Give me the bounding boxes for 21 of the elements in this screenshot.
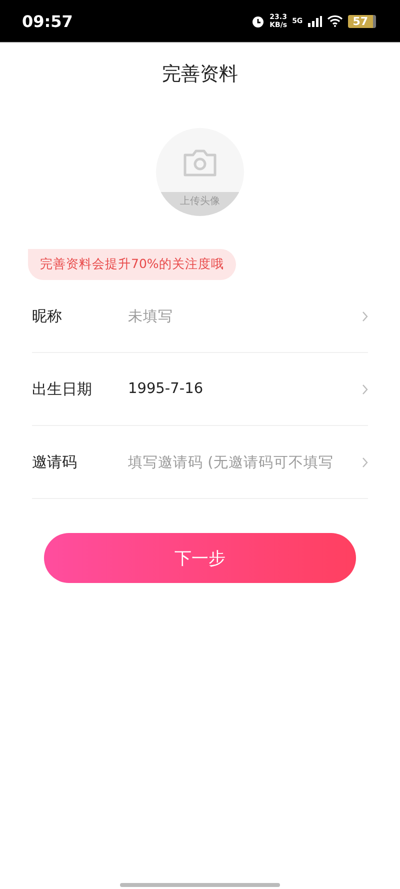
status-time: 09:57 — [22, 12, 73, 30]
chevron-right-icon — [362, 384, 368, 394]
alarm-icon — [250, 14, 265, 28]
signal-icon — [308, 16, 322, 26]
field-label: 昵称 — [32, 306, 63, 326]
battery-level: 57 — [348, 14, 376, 28]
field-placeholder: 填写邀请码 (无邀请码可不填写 — [128, 454, 334, 472]
form-row[interactable]: 邀请码 填写邀请码 (无邀请码可不填写 — [32, 426, 368, 499]
camera-icon — [182, 148, 218, 178]
chevron-right-icon — [362, 456, 368, 468]
field-value: 1995-7-16 — [128, 381, 204, 397]
field-label: 邀请码 — [32, 452, 78, 472]
home-indicator[interactable] — [120, 883, 280, 887]
form-row[interactable]: 出生日期 1995-7-16 — [32, 353, 368, 426]
tip-banner: 完善资料会提升70%的关注度哦 — [28, 249, 236, 280]
field-label: 出生日期 — [32, 380, 93, 398]
wifi-icon — [326, 15, 343, 27]
field-placeholder: 未填写 — [128, 308, 174, 326]
chevron-right-icon — [362, 310, 368, 322]
page-title: 完善资料 — [161, 62, 239, 87]
form-row[interactable]: 昵称 未填写 — [32, 280, 368, 353]
